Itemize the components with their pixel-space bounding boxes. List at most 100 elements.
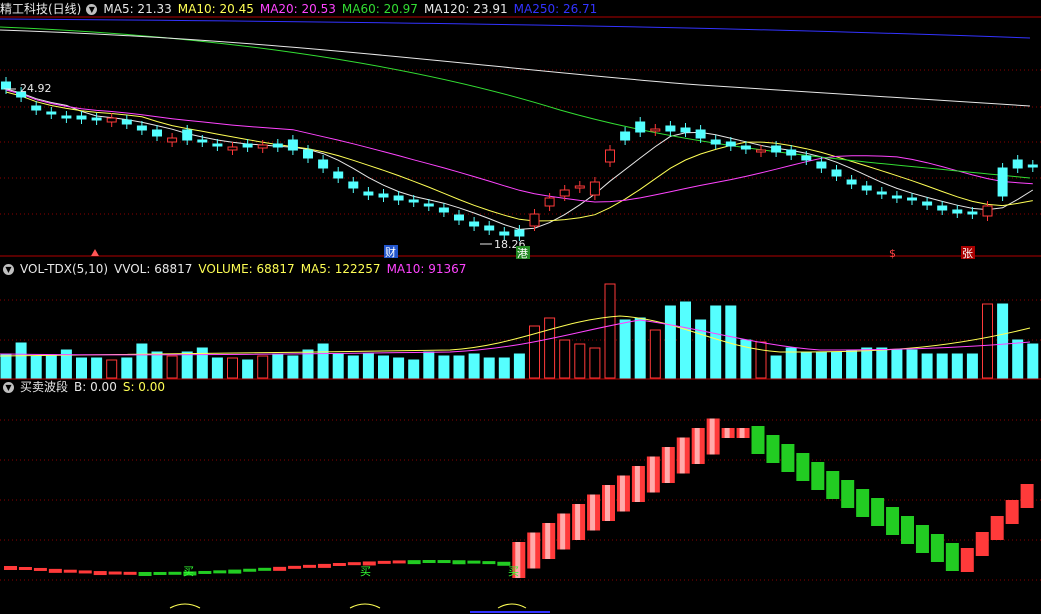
volume-bar (861, 347, 873, 379)
wave-bar (437, 560, 451, 564)
volume-bar (15, 342, 27, 379)
volume-bar (997, 303, 1009, 379)
candle-body (876, 191, 887, 195)
candle-body (408, 199, 419, 203)
wave-bar-highlight (545, 523, 551, 559)
candle-body (121, 119, 132, 125)
volume-bar (1027, 343, 1039, 379)
volume-bar (891, 349, 903, 379)
wave-bar-highlight (575, 504, 581, 540)
price-panel-header: 精工科技(日线) ▼ MA5: 21.33 MA10: 20.45 MA20: 20.5… (0, 1, 609, 17)
candle-body (257, 144, 268, 149)
wave-bar (93, 571, 107, 576)
wave-bar (766, 435, 780, 463)
wave-bar (18, 566, 32, 570)
volume-bar (423, 351, 435, 379)
wave-bar (377, 560, 391, 564)
candle-body (1027, 164, 1038, 168)
wave-bar (243, 568, 257, 572)
wave-bar (781, 444, 795, 472)
candle-body (514, 229, 525, 237)
candle-body (937, 205, 948, 211)
volume-bar (272, 353, 284, 379)
event-marker-gang: 港 (517, 247, 528, 260)
candle-body (529, 213, 540, 227)
volume-bar (680, 301, 691, 379)
wave-bar (332, 562, 346, 566)
volume-bar (211, 357, 223, 379)
candle-body (348, 181, 359, 189)
volume-panel-indicator-3: MA5: 122257 (300, 262, 381, 276)
candle-body (423, 203, 434, 207)
volume-panel-indicator-0: VOL-TDX(5,10) (20, 262, 109, 276)
candle-body (438, 207, 449, 213)
volume-bar (438, 355, 450, 379)
volume-bar (770, 355, 782, 379)
volume-bar (242, 359, 254, 379)
wave-bar (288, 565, 302, 569)
wave-bar (901, 516, 914, 544)
volume-panel-indicator-4: MA10: 91367 (386, 262, 467, 276)
wave-bar (303, 564, 316, 568)
volume-bar (1012, 339, 1024, 379)
wave-panel-header: ▼ 买卖波段 B: 0.00 S: 0.00 (0, 379, 177, 395)
candle-body (801, 155, 812, 161)
price-panel-indicator-1: MA10: 20.45 (177, 2, 254, 16)
volume-bar (559, 339, 571, 379)
chevron-down-icon[interactable]: ▼ (3, 382, 14, 393)
wave-minor-curves (169, 603, 527, 609)
wave-bar-highlight (605, 485, 610, 521)
buy-signal-label: 买 (508, 565, 519, 578)
volume-bar (302, 349, 314, 379)
candle-body (695, 129, 706, 139)
wave-bar (751, 426, 765, 454)
wave-bar (990, 516, 1004, 540)
candle-body (46, 111, 57, 115)
candle-body (227, 146, 238, 151)
volume-bar (589, 347, 601, 379)
volume-bar (695, 319, 707, 379)
wave-bar (33, 567, 47, 571)
wave-bar-highlight (664, 447, 670, 483)
volume-bar (846, 349, 858, 379)
candle-body (469, 221, 480, 227)
candle-body (272, 143, 283, 148)
candle-body (363, 191, 374, 196)
wave-bar-highlight (724, 428, 730, 438)
candle-body (544, 197, 555, 207)
stock-title[interactable]: 精工科技(日线) (0, 2, 81, 16)
volume-bar (393, 357, 405, 379)
wave-bar (811, 462, 825, 490)
volume-bar (332, 353, 344, 379)
buy-signal-label: 买 (360, 565, 371, 578)
volume-bar (227, 357, 238, 379)
wave-bar (452, 560, 466, 565)
candle-body (61, 115, 72, 119)
candle-body (967, 211, 978, 215)
wave-bar (930, 534, 944, 562)
wave-panel-indicator-0: 买卖波段 (20, 380, 69, 394)
chart-canvas[interactable]: 24.9218.26财港 $ 张买买买 (0, 0, 1041, 614)
volume-bar (619, 319, 631, 379)
candle-body (333, 171, 344, 179)
ma120-line (0, 29, 1031, 107)
wave-bar (258, 567, 272, 571)
ma60-line (0, 26, 1031, 179)
candle-body (212, 143, 223, 147)
wave-bar (317, 563, 331, 568)
candle-body (559, 189, 570, 197)
candle-body (831, 169, 842, 177)
candle-body (499, 231, 510, 236)
chevron-down-icon[interactable]: ▼ (86, 4, 98, 15)
candle-body (484, 225, 495, 231)
candle-body (589, 181, 600, 196)
chevron-down-icon[interactable]: ▼ (3, 264, 14, 275)
volume-bar (483, 357, 495, 379)
volume-bar (347, 355, 359, 379)
volume-bar (649, 329, 661, 379)
candle-body (106, 117, 117, 123)
candle-body (952, 209, 963, 214)
volume-bar (544, 317, 556, 379)
up-arrow-icon (91, 249, 99, 256)
ma250-line (0, 18, 1031, 39)
